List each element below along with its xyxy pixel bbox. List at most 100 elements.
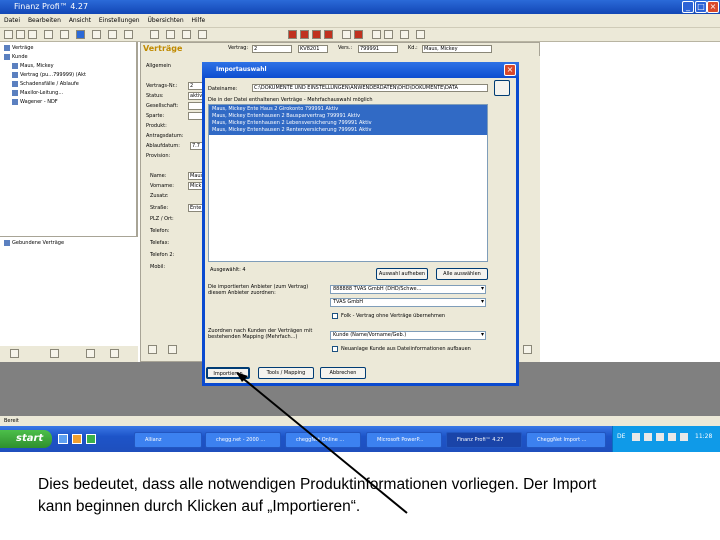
tray-icon[interactable] <box>668 433 676 441</box>
minimize-button[interactable]: _ <box>682 1 694 13</box>
field-label: Zusatz: <box>150 193 169 199</box>
list-icon[interactable] <box>166 30 175 39</box>
cancel-button[interactable]: Abbrechen <box>320 367 366 379</box>
tree-options-icon[interactable] <box>110 349 119 358</box>
tree-refresh-icon[interactable] <box>86 349 95 358</box>
vertrag-field[interactable]: 2 <box>252 45 292 53</box>
tray-icon[interactable] <box>632 433 640 441</box>
paste-icon[interactable] <box>108 30 117 39</box>
section-title: Verträge <box>143 44 183 53</box>
browse-folder-icon[interactable] <box>494 80 510 96</box>
menu-bearbeiten[interactable]: Bearbeiten <box>28 17 61 24</box>
start-button[interactable]: start <box>0 430 52 448</box>
new-icon[interactable] <box>4 30 13 39</box>
tray-icon[interactable] <box>656 433 664 441</box>
collapse-icon[interactable] <box>50 349 59 358</box>
list-item[interactable]: Maus, Mickey Ente Haus 2 Girokonto 79999… <box>212 106 338 112</box>
menu-ansicht[interactable]: Ansicht <box>69 17 91 24</box>
mapping-button[interactable]: Tools / Mapping <box>258 367 314 379</box>
form-save-icon[interactable] <box>523 345 532 354</box>
tree-item-label: Vertrag (pu...799999) (Akt <box>20 72 86 78</box>
report-icon[interactable] <box>182 30 191 39</box>
save-icon[interactable] <box>28 30 37 39</box>
mapping-select[interactable]: Kunde (Name/Vorname/Geb.) <box>330 331 486 340</box>
tree-item-management[interactable]: Maxilor-Leitung... <box>12 89 63 97</box>
form-nav-icon[interactable] <box>168 345 177 354</box>
list-item[interactable]: Maus, Mickey Entenhausen 2 Bausparvertra… <box>212 113 360 119</box>
language-indicator[interactable]: DE <box>617 433 625 440</box>
tree-item-contract[interactable]: Vertrag (pu...799999) (Akt <box>12 71 86 79</box>
field-label: Vorname: <box>150 183 174 189</box>
kd-field[interactable]: Maus, Mickey <box>422 45 492 53</box>
tree-item-kunde[interactable]: Kunde <box>4 53 28 61</box>
company-select[interactable]: 888888 TVAS GmbH (DHD/Schwe... <box>330 285 486 294</box>
field-label: Telefon: <box>150 228 170 234</box>
expand-icon[interactable] <box>10 349 19 358</box>
new-customer-checkbox[interactable] <box>332 346 338 352</box>
remove-record-icon[interactable] <box>354 30 363 39</box>
task-finanz-profi[interactable]: Finanz Profi™ 4.27 <box>446 432 522 448</box>
menu-einstellungen[interactable]: Einstellungen <box>99 17 140 24</box>
mapping-label: Zuordnen nach Kunden der Verträgen mit b… <box>208 328 313 340</box>
help-icon[interactable] <box>416 30 425 39</box>
field-label: PLZ / Ort: <box>150 216 174 222</box>
task-chegg-net[interactable]: chegg.net - 2000 ... <box>205 432 281 448</box>
task-cheggnet-online[interactable]: cheggNet Online ... <box>285 432 361 448</box>
menubar: Datei Bearbeiten Ansicht Einstellungen Ü… <box>0 14 720 28</box>
tab-allgemein[interactable]: Allgemein <box>146 62 171 70</box>
delete-icon[interactable] <box>124 30 133 39</box>
undo-icon[interactable] <box>384 30 393 39</box>
tray-icon[interactable] <box>680 433 688 441</box>
task-powerpoint[interactable]: Microsoft PowerP... <box>366 432 442 448</box>
print-icon[interactable] <box>44 30 53 39</box>
last-record-icon[interactable] <box>324 30 333 39</box>
tree-button-bar <box>0 346 138 362</box>
tree-item-label: Schadensfälle / Ablaufe <box>20 81 79 87</box>
task-cheggnet-import[interactable]: CheggNet Import ... <box>526 432 606 448</box>
search-icon[interactable] <box>60 30 69 39</box>
tree-item-vertraege[interactable]: Verträge <box>4 44 34 52</box>
next-record-icon[interactable] <box>312 30 321 39</box>
quicklaunch-icon[interactable] <box>58 434 68 444</box>
bound-contracts-header[interactable]: Gebundene Verträge <box>4 239 64 247</box>
tree-item-label: Maxilor-Leitung... <box>20 90 64 96</box>
menu-hilfe[interactable]: Hilfe <box>192 17 206 24</box>
tree-item-agent[interactable]: Wagener - NDF <box>12 98 58 106</box>
menu-datei[interactable]: Datei <box>4 17 20 24</box>
confirm-icon[interactable] <box>372 30 381 39</box>
document-icon <box>12 98 18 105</box>
select-all-button[interactable]: Alle auswählen <box>436 268 488 280</box>
task-allianz[interactable]: Allianz <box>134 432 202 448</box>
file-path-field[interactable]: C:\DOKUMENTE UND EINSTELLUNGEN\ANWENDERD… <box>252 84 488 92</box>
chart-icon[interactable] <box>198 30 207 39</box>
vers-field[interactable]: 799991 <box>358 45 398 53</box>
menu-uebersichten[interactable]: Übersichten <box>148 17 184 24</box>
tree-item-label: Kunde <box>12 54 28 60</box>
list-item[interactable]: Maus, Mickey Entenhausen 2 Lebensversich… <box>212 120 372 126</box>
tree-item-customer[interactable]: Maus, Mickey <box>12 62 54 70</box>
dialog-close-button[interactable]: × <box>504 64 516 76</box>
kv-field[interactable]: KV8201 <box>298 45 328 53</box>
new-customer-checkbox-label: Neuanlage Kunde aus Dateiinformationen a… <box>341 346 471 352</box>
add-record-icon[interactable] <box>342 30 351 39</box>
first-record-icon[interactable] <box>288 30 297 39</box>
tree-item-claims[interactable]: Schadensfälle / Ablaufe <box>12 80 79 88</box>
broker-select[interactable]: TVAS GmbH <box>330 298 486 307</box>
open-icon[interactable] <box>16 30 25 39</box>
list-item[interactable]: Maus, Mickey Entenhausen 2 Rentenversich… <box>212 127 372 133</box>
form-nav-icon[interactable] <box>148 345 157 354</box>
filter-icon[interactable] <box>150 30 159 39</box>
prev-record-icon[interactable] <box>300 30 309 39</box>
copy-icon[interactable] <box>92 30 101 39</box>
quicklaunch-icon[interactable] <box>86 434 96 444</box>
close-window-button[interactable]: × <box>707 1 719 13</box>
user-icon[interactable] <box>76 30 85 39</box>
tray-icon[interactable] <box>644 433 652 441</box>
quicklaunch-icon[interactable] <box>72 434 82 444</box>
import-button[interactable]: Importieren <box>206 367 250 379</box>
field-label: Status: <box>146 93 164 99</box>
deselect-all-button[interactable]: Auswahl aufheben <box>376 268 428 280</box>
maximize-button[interactable]: □ <box>695 1 707 13</box>
folk-checkbox[interactable] <box>332 313 338 319</box>
refresh-icon[interactable] <box>400 30 409 39</box>
